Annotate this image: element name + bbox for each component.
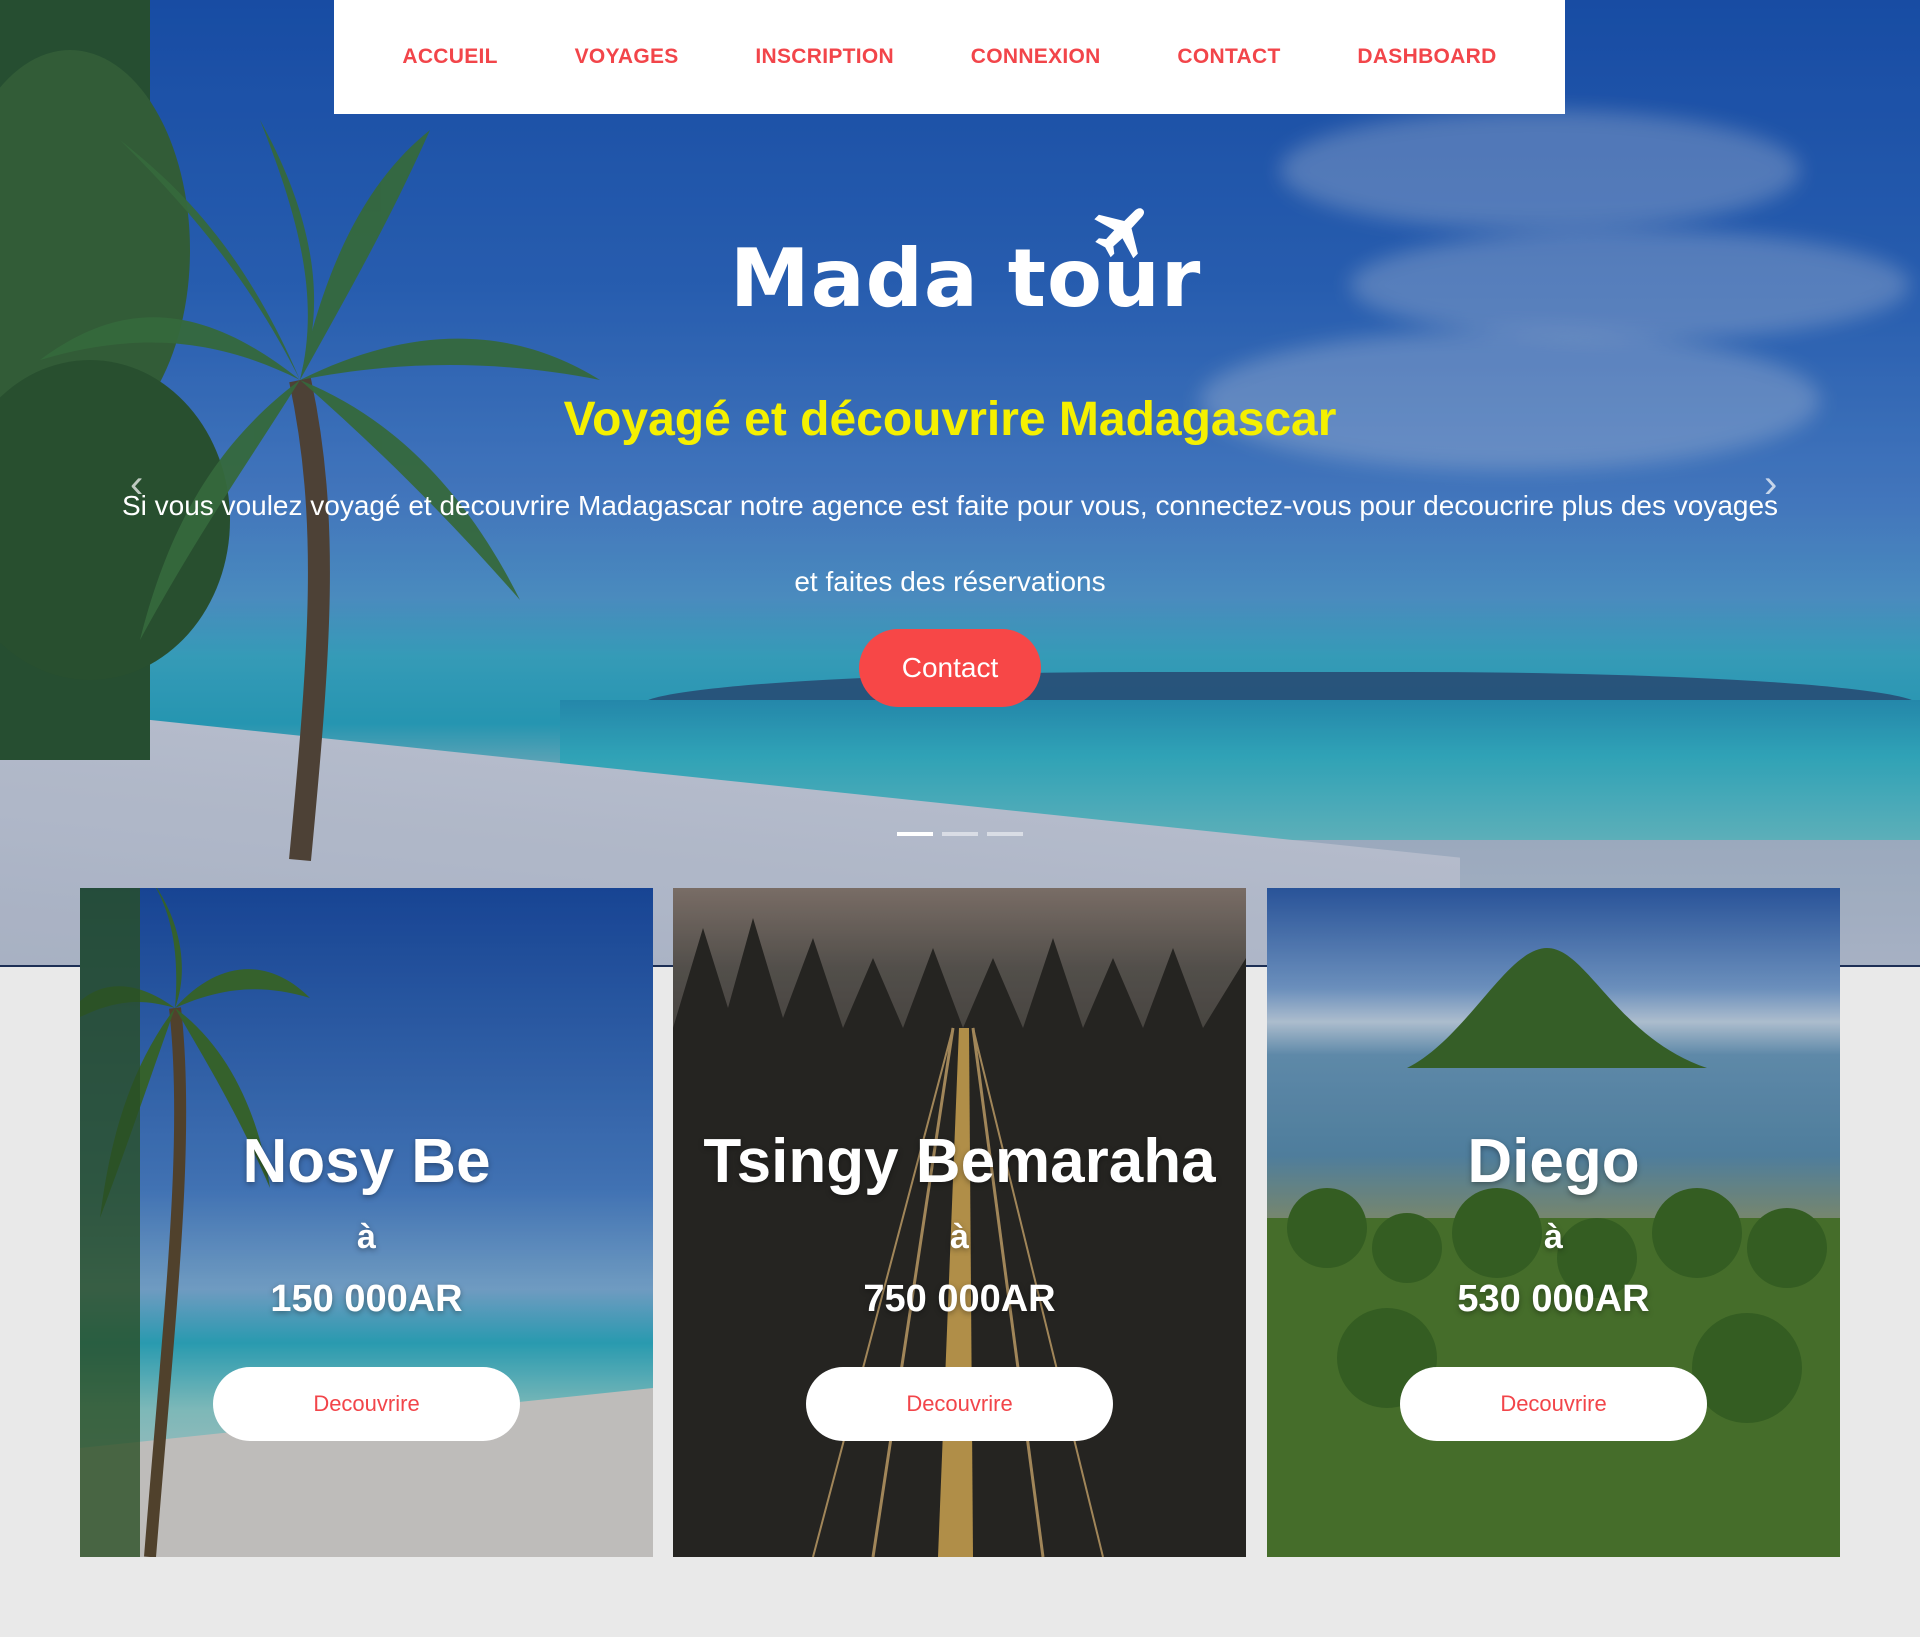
hero-description: Si vous voulez voyagé et decouvrire Mada… xyxy=(121,490,1779,597)
decouvrire-button[interactable]: Decouvrire xyxy=(806,1367,1113,1441)
site-logo[interactable]: Mada tour xyxy=(730,208,1200,325)
card-title: Diego xyxy=(1467,1127,1640,1196)
decouvrire-button[interactable]: Decouvrire xyxy=(1400,1367,1707,1441)
carousel-indicator-1[interactable] xyxy=(897,832,933,836)
card-price: 750 000AR xyxy=(863,1278,1056,1320)
nav-contact[interactable]: CONTACT xyxy=(1177,45,1280,69)
card-title: Nosy Be xyxy=(242,1127,491,1196)
airplane-icon xyxy=(1094,208,1145,259)
card-price: 150 000AR xyxy=(270,1278,463,1320)
carousel-prev-arrow-icon[interactable]: ‹ xyxy=(130,462,158,506)
nav-inscription[interactable]: INSCRIPTION xyxy=(755,45,894,69)
nav-dashboard[interactable]: DASHBOARD xyxy=(1357,45,1496,69)
card-title: Tsingy Bemaraha xyxy=(703,1127,1216,1196)
carousel-next-arrow-icon[interactable]: › xyxy=(1764,462,1792,506)
destination-card-diego: Diego à 530 000AR Decouvrire xyxy=(1267,888,1840,1557)
card-prep: à xyxy=(1544,1218,1563,1256)
destination-card-tsingy-bemaraha: Tsingy Bemaraha à 750 000AR Decouvrire xyxy=(673,888,1246,1557)
hero-title: Voyagé et découvrire Madagascar xyxy=(563,393,1337,446)
nav-accueil[interactable]: ACCUEIL xyxy=(402,45,497,69)
carousel-indicators xyxy=(897,832,1023,836)
decouvrire-button[interactable]: Decouvrire xyxy=(213,1367,520,1441)
nav-connexion[interactable]: CONNEXION xyxy=(971,45,1101,69)
carousel-indicator-2[interactable] xyxy=(942,832,978,836)
hero-carousel: Mada tour Voyagé et découvrire Madagasca… xyxy=(0,0,1920,967)
destination-card-nosy-be: Nosy Be à 150 000AR Decouvrire xyxy=(80,888,653,1557)
main-navigation: ACCUEIL VOYAGES INSCRIPTION CONNEXION CO… xyxy=(334,0,1565,114)
nav-voyages[interactable]: VOYAGES xyxy=(575,45,679,69)
carousel-indicator-3[interactable] xyxy=(987,832,1023,836)
card-prep: à xyxy=(950,1218,969,1256)
contact-button[interactable]: Contact xyxy=(859,629,1041,707)
card-prep: à xyxy=(357,1218,376,1256)
card-price: 530 000AR xyxy=(1457,1278,1650,1320)
